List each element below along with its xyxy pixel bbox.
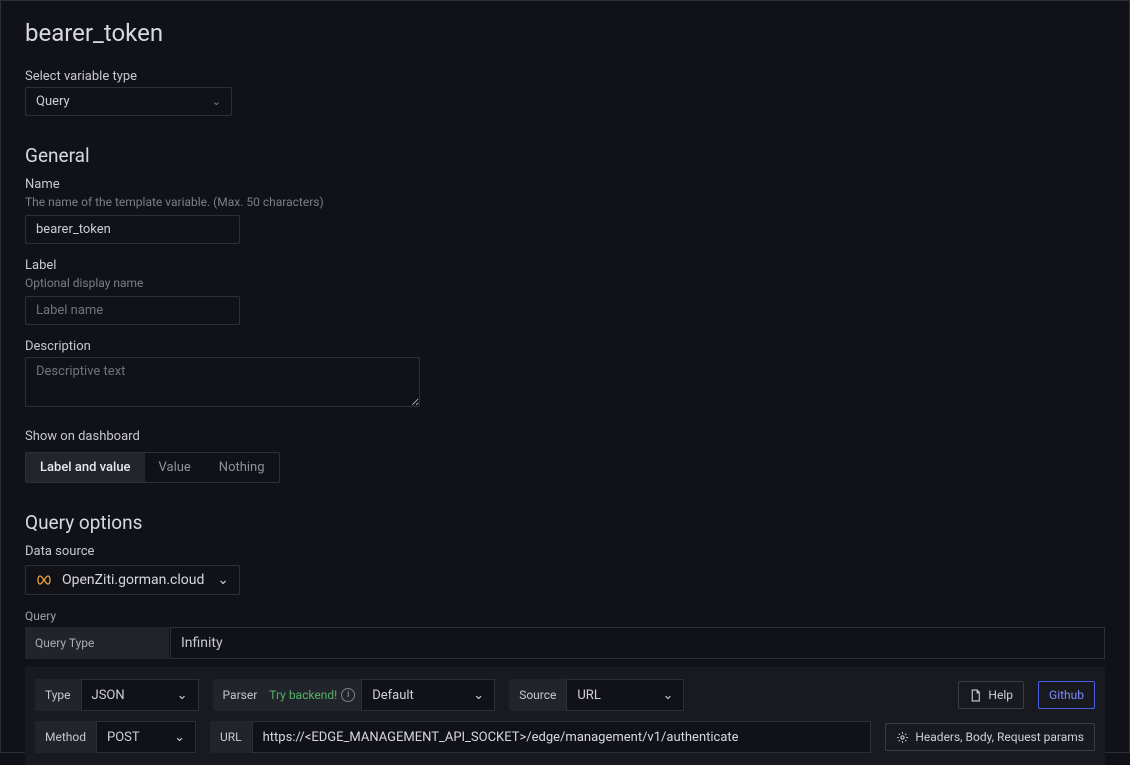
parser-label: Parser xyxy=(213,688,268,702)
type-value: JSON xyxy=(92,688,125,703)
method-value: POST xyxy=(107,730,140,745)
chevron-down-icon: ⌄ xyxy=(212,95,221,108)
type-label: Type xyxy=(35,688,81,702)
url-label: URL xyxy=(210,730,252,744)
show-on-dashboard-label: Show on dashboard xyxy=(25,429,1105,444)
show-option-label-and-value[interactable]: Label and value xyxy=(26,453,145,482)
general-heading: General xyxy=(25,144,1105,167)
source-select[interactable]: URL ⌄ xyxy=(566,679,684,711)
show-option-value[interactable]: Value xyxy=(145,453,205,482)
label-field-help: Optional display name xyxy=(25,276,1105,290)
method-label: Method xyxy=(35,730,96,744)
document-icon xyxy=(969,689,982,702)
data-source-label: Data source xyxy=(25,544,1105,559)
chevron-down-icon: ⌄ xyxy=(177,688,188,703)
show-on-dashboard-group: Label and value Value Nothing xyxy=(25,452,280,483)
label-field-label: Label xyxy=(25,258,1105,273)
name-input[interactable] xyxy=(25,215,240,244)
chevron-down-icon: ⌄ xyxy=(174,730,185,745)
parser-hint: Try backend! xyxy=(269,688,337,702)
info-icon[interactable]: i xyxy=(341,688,355,702)
infinity-datasource-icon xyxy=(36,572,52,588)
method-group: Method POST ⌄ xyxy=(35,721,196,753)
headers-button[interactable]: Headers, Body, Request params xyxy=(885,723,1095,751)
chevron-down-icon: ⌄ xyxy=(217,572,229,588)
page-title: bearer_token xyxy=(25,19,1105,47)
chevron-down-icon: ⌄ xyxy=(473,688,484,703)
headers-label: Headers, Body, Request params xyxy=(915,730,1084,744)
show-option-nothing[interactable]: Nothing xyxy=(205,453,279,482)
data-source-select[interactable]: OpenZiti.gorman.cloud ⌄ xyxy=(25,565,240,595)
query-label: Query xyxy=(25,609,1105,623)
data-source-value: OpenZiti.gorman.cloud xyxy=(62,572,207,588)
help-label: Help xyxy=(988,688,1013,702)
source-group: Source URL ⌄ xyxy=(509,679,684,711)
github-label: Github xyxy=(1049,688,1084,702)
source-label: Source xyxy=(509,688,566,702)
query-type-label: Query Type xyxy=(25,627,170,659)
variable-type-select[interactable]: Query ⌄ xyxy=(25,87,232,116)
query-options-heading: Query options xyxy=(25,511,1105,534)
chevron-down-icon: ⌄ xyxy=(662,688,673,703)
source-value: URL xyxy=(577,688,600,703)
variable-type-value: Query xyxy=(36,94,70,109)
help-button[interactable]: Help xyxy=(958,681,1024,709)
description-label: Description xyxy=(25,339,1105,354)
parser-select[interactable]: Default ⌄ xyxy=(361,679,495,711)
github-button[interactable]: Github xyxy=(1038,681,1095,709)
query-type-text: Infinity xyxy=(181,635,223,651)
variable-type-label: Select variable type xyxy=(25,69,1105,84)
query-type-value[interactable]: Infinity xyxy=(170,627,1105,659)
parser-group: Parser Try backend! i Default ⌄ xyxy=(213,679,496,711)
label-input[interactable] xyxy=(25,296,240,325)
parser-value: Default xyxy=(372,688,414,703)
url-group: URL xyxy=(210,721,871,753)
type-group: Type JSON ⌄ xyxy=(35,679,199,711)
name-help: The name of the template variable. (Max.… xyxy=(25,195,1105,209)
name-label: Name xyxy=(25,177,1105,192)
method-select[interactable]: POST ⌄ xyxy=(96,721,196,753)
gear-icon xyxy=(896,731,909,744)
url-input[interactable] xyxy=(252,721,872,753)
type-select[interactable]: JSON ⌄ xyxy=(81,679,199,711)
description-textarea[interactable] xyxy=(25,357,420,407)
